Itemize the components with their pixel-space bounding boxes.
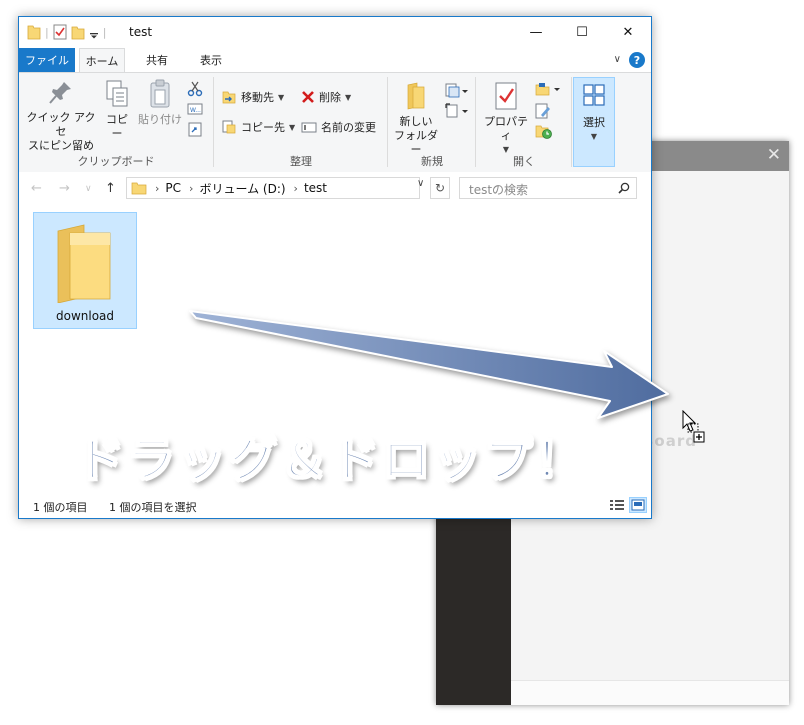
drag-and-drop-caption: ドラッグ＆ドロップ！ — [75, 431, 587, 489]
drag-direction-arrow — [189, 310, 669, 419]
drag-copy-cursor-icon — [682, 410, 705, 443]
